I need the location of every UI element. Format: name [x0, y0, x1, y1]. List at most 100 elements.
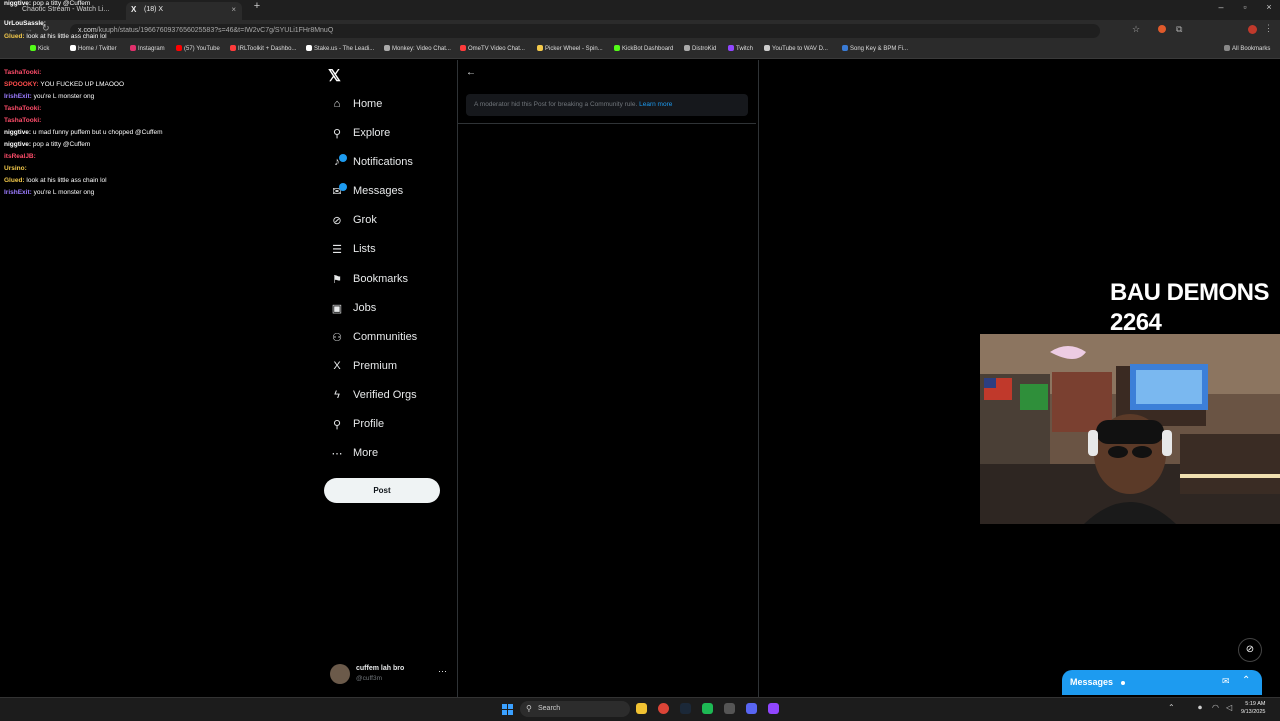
tab-x[interactable]: X (18) X ×	[126, 2, 242, 20]
home-icon: ⌂	[333, 98, 341, 110]
bookmark-youtube-wav[interactable]: YouTube to WAV D...	[764, 45, 828, 52]
mic-icon[interactable]: ⏺	[1198, 703, 1202, 713]
learn-more-link[interactable]: Learn more	[639, 101, 672, 108]
wifi-icon[interactable]: ◠	[1212, 703, 1219, 712]
bookmark-label: KickBot Dashboard	[622, 46, 674, 52]
grok-floating-icon[interactable]: ⊘	[1238, 638, 1262, 662]
bookmark-label: DistroKid	[692, 46, 717, 52]
sidebar-item-explore[interactable]: ⚲ Explore	[330, 122, 390, 144]
clock-date: 9/13/2025	[1241, 709, 1266, 715]
sidebar-item-grok[interactable]: ⊘ Grok	[330, 209, 376, 231]
x-favicon-icon: X	[131, 5, 137, 14]
windows-start-icon[interactable]	[502, 704, 513, 715]
discord-icon[interactable]	[746, 703, 757, 714]
messages-drawer-label: Messages	[1070, 677, 1114, 687]
tray-chevron-icon[interactable]: ⌃	[1168, 703, 1175, 712]
people-icon: ⚇	[332, 331, 342, 344]
bookmark-label: All Bookmarks	[1232, 46, 1271, 52]
volume-icon[interactable]: ◁	[1226, 703, 1232, 712]
app-icon[interactable]	[702, 703, 713, 714]
sidebar-item-more[interactable]: ⋯ More	[330, 442, 379, 464]
bookmark-label: Monkey: Video Chat...	[392, 46, 451, 52]
chat-message: IrishExit: you're L monster ong	[4, 189, 94, 196]
windows-taskbar: ⚲ Search ⌃ ⏺ ◠ ◁ 5:19 AM 9/13/2025	[0, 697, 1280, 721]
sidebar-item-jobs[interactable]: ▣ Jobs	[330, 297, 376, 319]
url-field[interactable]: x.com/kuuph/status/1966760937656025583?s…	[70, 24, 1100, 38]
search-icon: ⚲	[332, 127, 342, 140]
bookmark-irltoolkit[interactable]: IRLToolkit + Dashbo...	[230, 45, 296, 52]
chat-message: Ursino:	[4, 165, 27, 172]
grok-icon: ⊘	[332, 214, 342, 227]
extensions-puzzle-icon[interactable]: ⧉	[1176, 24, 1182, 35]
bookmark-instagram[interactable]: Instagram	[130, 45, 165, 52]
profile-avatar-icon[interactable]	[1248, 25, 1257, 34]
bookmark-twitch[interactable]: Twitch	[728, 45, 753, 52]
sidebar-item-verified-orgs[interactable]: ϟ Verified Orgs	[330, 384, 417, 406]
bookmark-picker-wheel[interactable]: Picker Wheel - Spin...	[537, 45, 603, 52]
search-icon: ⚲	[526, 704, 532, 713]
bookmark-ometv[interactable]: OmeTV Video Chat...	[460, 45, 525, 52]
bookmark-kick[interactable]: Kick	[30, 45, 49, 52]
divider	[458, 123, 756, 124]
unread-dot	[1121, 681, 1125, 685]
avatar	[330, 664, 350, 684]
chat-username: SPOOOKY:	[4, 81, 39, 88]
webcam-feed	[980, 334, 1280, 524]
post-button[interactable]: Post	[324, 478, 440, 503]
bookmark-home-twitter[interactable]: Home / Twitter	[70, 45, 117, 52]
bookmark-song-key[interactable]: Song Key & BPM Fi...	[842, 45, 908, 52]
extension-icon[interactable]	[1158, 25, 1166, 33]
steam-icon[interactable]	[680, 703, 691, 714]
back-arrow-icon[interactable]: ←	[466, 67, 476, 78]
sidebar-item-notifications[interactable]: ♪ Notifications	[330, 151, 413, 173]
messages-drawer[interactable]: Messages ✉ ⌃	[1062, 670, 1262, 695]
chat-username: Glued:	[4, 33, 25, 40]
sidebar-item-premium[interactable]: X Premium	[330, 355, 397, 377]
taskbar-clock[interactable]: 5:19 AM 9/13/2025	[1241, 700, 1265, 716]
x-logo-icon[interactable]: 𝕏	[328, 66, 341, 86]
app-icon[interactable]	[724, 703, 735, 714]
bookmark-label: Home / Twitter	[78, 46, 117, 52]
sidebar-item-lists[interactable]: ☰ Lists	[330, 238, 376, 260]
chat-username: TashaTooki:	[4, 105, 42, 112]
sidebar-item-messages[interactable]: ✉ Messages	[330, 180, 403, 202]
bookmark-label: Song Key & BPM Fi...	[850, 46, 909, 52]
new-tab-button[interactable]: +	[246, 0, 268, 12]
bookmark-youtube[interactable]: (57) YouTube	[176, 45, 220, 52]
twitch-icon[interactable]	[768, 703, 779, 714]
sidebar-item-label: Verified Orgs	[353, 389, 417, 401]
minimize-button[interactable]: –	[1210, 2, 1232, 12]
bookmark-stake[interactable]: Stake.us - The Leadi...	[306, 45, 374, 52]
all-bookmarks[interactable]: All Bookmarks	[1224, 45, 1270, 52]
sidebar-item-communities[interactable]: ⚇ Communities	[330, 326, 417, 348]
notice-text: A moderator hid this Post for breaking a…	[474, 101, 638, 108]
chevron-up-icon[interactable]: ⌃	[1242, 675, 1250, 686]
sidebar-item-label: Jobs	[353, 302, 377, 314]
bookmark-kickbot[interactable]: KickBot Dashboard	[614, 45, 673, 52]
taskbar-search[interactable]: ⚲ Search	[520, 701, 630, 717]
sidebar-item-profile[interactable]: ⚲ Profile	[330, 413, 384, 435]
account-switcher[interactable]: cuffem lah bro @cuff3m ⋯	[330, 662, 450, 686]
chrome-icon[interactable]	[658, 703, 669, 714]
close-window-button[interactable]: ×	[1258, 2, 1280, 12]
close-tab-icon[interactable]: ×	[231, 2, 236, 18]
bookmark-distrokid[interactable]: DistroKid	[684, 45, 716, 52]
sidebar-item-home[interactable]: ⌂ Home	[330, 93, 383, 115]
compose-message-icon[interactable]: ✉	[1222, 676, 1230, 687]
chat-text: look at his little ass chain lol	[26, 33, 107, 40]
file-explorer-icon[interactable]	[636, 703, 647, 714]
chat-message: niggtive: pop a titty @Cuffem	[4, 141, 90, 148]
chat-message: TashaTooki:	[4, 69, 41, 76]
more-dots-icon: ⋯	[438, 666, 447, 676]
chat-text: u mad funny puffem but u chopped @Cuffem	[32, 129, 163, 136]
bookmark-monkey[interactable]: Monkey: Video Chat...	[384, 45, 451, 52]
more-circle-icon: ⋯	[331, 447, 343, 460]
menu-dots-icon[interactable]: ⋮	[1264, 23, 1273, 34]
maximize-button[interactable]: ▫	[1234, 2, 1256, 12]
briefcase-icon: ▣	[331, 302, 343, 315]
profile-name: cuffem lah bro	[356, 665, 405, 672]
sidebar-item-bookmarks[interactable]: ⚑ Bookmarks	[330, 268, 408, 290]
notification-badge	[339, 154, 347, 162]
star-icon[interactable]: ☆	[1132, 24, 1140, 35]
list-icon: ☰	[332, 243, 342, 256]
